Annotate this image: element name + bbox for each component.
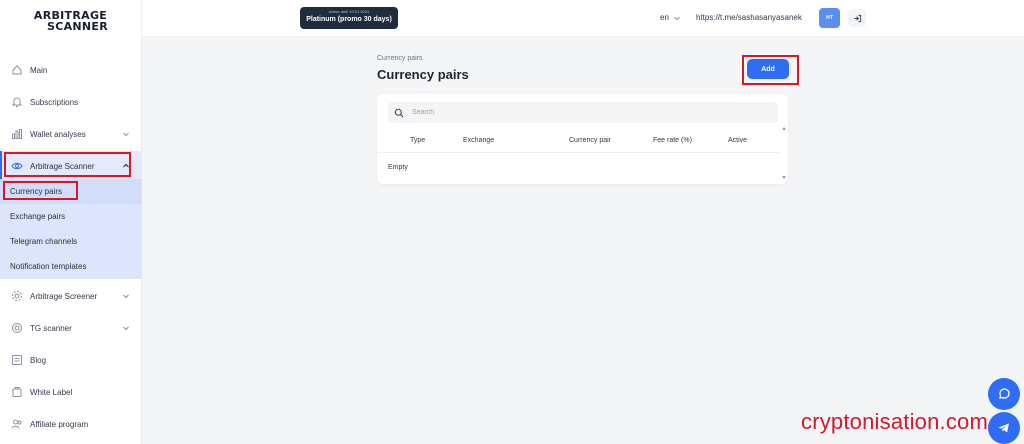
telegram-icon [998,423,1009,433]
sidebar-item-label: Main [30,65,48,75]
sidebar-item-arbitrage-scanner[interactable]: Arbitrage Scanner [0,151,142,181]
app-logo[interactable]: ARBITRAGE SCANNER [0,0,141,38]
sidebar-item-label: Arbitrage Screener [30,291,98,301]
sidebar-item-subscriptions[interactable]: Subscriptions [0,87,142,117]
subitem-currency-pairs[interactable]: Currency pairs [0,179,142,204]
sidebar: ARBITRAGE SCANNER Main Subscriptions Wal… [0,0,142,444]
badge-plan: Platinum (promo 30 days) [306,16,392,23]
empty-state-text: Empty [388,164,408,171]
subitem-label: Notification templates [10,262,87,271]
chevron-down-icon [674,16,680,20]
subitem-exchange-pairs[interactable]: Exchange pairs [0,204,142,229]
chevron-down-icon[interactable] [122,292,130,300]
search-box[interactable] [388,102,778,123]
badge-expiry: Active until 19.01.2024 [328,9,370,14]
subitem-telegram-channels[interactable]: Telegram channels [0,229,142,254]
sidebar-item-wallet-analyses[interactable]: Wallet analyses [0,119,142,149]
page-title: Currency pairs [377,67,469,82]
breadcrumb[interactable]: Currency pairs [377,55,423,62]
sidebar-item-label: Affiliate program [30,419,89,429]
sidebar-item-affiliate-program[interactable]: Affiliate program [0,409,142,439]
sidebar-item-main[interactable]: Main [0,55,142,85]
sidebar-item-label: Arbitrage Scanner [30,161,95,171]
scroll-down-arrow[interactable] [782,176,786,179]
bell-icon [10,95,24,109]
subitem-label: Exchange pairs [10,212,66,221]
logout-icon [853,14,861,22]
sidebar-item-white-label[interactable]: White Label [0,377,142,407]
chevron-down-icon[interactable] [122,130,130,138]
wallet-icon [10,385,24,399]
language-selector[interactable]: en [660,13,681,22]
chevron-up-icon[interactable] [122,162,130,170]
telegram-link[interactable]: https://t.me/sashasanyasanek [696,13,802,22]
subitem-notification-templates[interactable]: Notification templates [0,254,142,279]
subitem-label: Telegram channels [10,237,78,246]
blog-icon [10,353,24,367]
sidebar-item-label: White Label [30,387,73,397]
telegram-button[interactable] [988,412,1020,444]
subitem-label: Currency pairs [10,187,63,196]
sidebar-item-arbitrage-screener[interactable]: Arbitrage Screener [0,281,142,311]
topbar: Active until 19.01.2024 Platinum (promo … [142,0,1024,37]
avatar[interactable]: НТ [819,8,840,28]
sidebar-item-label: Subscriptions [30,97,79,107]
sidebar-item-label: Blog [30,355,47,365]
logout-button[interactable] [848,9,866,27]
search-input[interactable] [412,109,752,116]
column-header-exchange[interactable]: Exchange [463,137,494,144]
active-indicator [0,151,2,181]
gear-icon [10,289,24,303]
users-icon [10,417,24,431]
column-header-fee-rate[interactable]: Fee rate (%) [653,137,692,144]
chart-bars-icon [10,127,24,141]
currency-pairs-table-card: Type Exchange Currency pair Fee rate (%)… [377,94,788,184]
column-header-currency-pair[interactable]: Currency pair [569,137,611,144]
eye-icon [10,159,24,173]
sidebar-item-label: Wallet analyses [30,129,86,139]
whatsapp-icon [999,388,1010,399]
home-icon [10,63,24,77]
sidebar-item-label: TG scanner [30,323,72,333]
add-button[interactable]: Add [747,59,789,79]
chevron-down-icon[interactable] [122,324,130,332]
sidebar-item-blog[interactable]: Blog [0,345,142,375]
language-label: en [660,13,669,22]
column-header-active[interactable]: Active [728,137,747,144]
watermark: cryptonisation.com [801,409,989,434]
logo-line-2: SCANNER [46,20,108,33]
search-icon [394,108,404,117]
sidebar-item-tg-scanner[interactable]: TG scanner [0,313,142,343]
subscription-badge[interactable]: Active until 19.01.2024 Platinum (promo … [300,7,398,29]
column-header-type[interactable]: Type [410,137,425,144]
whatsapp-button[interactable] [988,378,1020,410]
table-header: Type Exchange Currency pair Fee rate (%)… [377,128,780,153]
radar-icon [10,321,24,335]
scroll-up-arrow[interactable] [782,127,786,130]
